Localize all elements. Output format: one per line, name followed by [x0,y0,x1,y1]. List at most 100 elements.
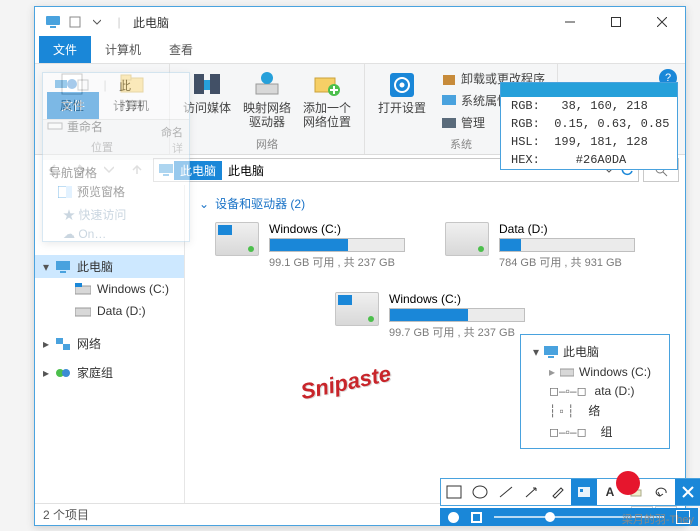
map-drive-button[interactable]: 映射网络驱动器 [238,68,296,132]
drive-name: Data (D:) [499,222,635,236]
tool-pen-icon[interactable] [545,479,571,505]
tool-rect-icon[interactable] [441,479,467,505]
drive-freetext: 784 GB 可用 , 共 931 GB [499,254,635,270]
qat-item[interactable] [65,12,85,32]
this-pc-icon [55,259,71,275]
handle-icon: ┆ ▫ ┆ [549,404,574,418]
tool-marker-icon[interactable] [571,479,597,505]
titlebar: | 此电脑 [35,7,685,37]
tree-root[interactable]: ▾ 此电脑 [525,341,661,362]
preview-pane-label[interactable]: 预览窗格 [77,183,125,200]
color-picker-tooltip: RGB: 38, 160, 218 RGB: 0.15, 0.63, 0.85 … [500,82,678,170]
homegroup-icon [55,365,71,381]
drive-icon [75,281,91,297]
drive-icon [75,303,91,319]
tree-item-label: 络 [588,402,600,419]
window-title: 此 [115,77,131,94]
tree-item[interactable]: ▸ Windows (C:) [525,362,661,382]
manage-icon [441,115,457,131]
tree-item[interactable]: ◻‒▫‒◻ 组 [525,421,661,442]
color-rgb-float: RGB: 0.15, 0.63, 0.85 [501,115,677,133]
drive-usage-bar [499,238,635,252]
drive-usage-bar [269,238,405,252]
add-netloc-label: 添加一个网络位置 [300,102,354,130]
nav-this-pc[interactable]: ▾ 此电脑 [35,255,184,278]
map-drive-label: 映射网络驱动器 [240,102,294,130]
tree-item[interactable]: ┆ ▫ ┆ 络 [525,400,661,421]
tab-view[interactable]: 查看 [155,36,207,63]
drive-icon [335,292,379,326]
qat-dropdown-icon[interactable] [87,12,107,32]
tool-undo-icon[interactable] [649,479,675,505]
drive-item[interactable]: Data (D:) 784 GB 可用 , 共 931 GB [445,222,635,270]
chevron-down-icon: ▾ [43,260,49,274]
section-devices-header[interactable]: ⌄ 设备和驱动器 (2) [195,193,675,218]
explorer-window-ghost: | 此 文件 计算机 命名 详 导航窗格 预览窗格 ★ 快速访问 ☁ On… [42,72,190,242]
chevron-down-icon: ⌄ [199,197,209,211]
group-network-label: 网络 [178,134,356,152]
color-hsl: HSL: 199, 181, 128 [501,133,677,151]
tool-arrow-icon[interactable] [519,479,545,505]
add-network-location-button[interactable]: 添加一个网络位置 [298,68,356,132]
nav-windows-c[interactable]: Windows (C:) [35,278,184,300]
qat-divider: | [109,12,129,32]
quick-access-label: 快速访问 [78,208,126,222]
close-button[interactable] [639,7,685,37]
onedrive-label: On… [78,227,106,241]
this-pc-icon [43,12,63,32]
minimize-button[interactable] [547,7,593,37]
drive-freetext: 99.1 GB 可用 , 共 237 GB [269,254,405,270]
shape-square-icon[interactable] [471,512,482,523]
drive-icon [215,222,259,256]
tool-ellipse-icon[interactable] [467,479,493,505]
quick-access-toolbar: | [43,12,129,32]
nav-pane-label: 导航窗格 [49,164,183,181]
shape-circle-icon[interactable] [448,512,459,523]
access-media-label: 访问媒体 [183,102,231,116]
nav-homegroup[interactable]: ▸ 家庭组 [35,361,184,384]
nav-network[interactable]: ▸ 网络 [35,332,184,355]
snipaste-toolbar: A [440,478,700,506]
tab-computer[interactable]: 计算机 [91,36,155,63]
chevron-right-icon: ▸ [43,366,49,380]
tool-line-icon[interactable] [493,479,519,505]
drive-icon [445,222,489,256]
handle-icon: ◻‒▫‒◻ [549,425,587,439]
nav-this-pc-label: 此电脑 [77,258,113,275]
chevron-right-icon: ▸ [549,365,555,379]
nav-network-label: 网络 [77,335,101,352]
tree-item[interactable]: ◻‒▫‒◻ ata (D:) [525,382,661,400]
author-watermark: 梁月的羽-They [622,511,694,527]
drive-icon [559,364,575,380]
maximize-button[interactable] [593,7,639,37]
drive-item[interactable]: Windows (C:) 99.7 GB 可用 , 共 237 GB [335,292,525,340]
color-hex: HEX: #26A0DA [501,151,677,169]
tab-computer[interactable]: 计算机 [99,92,163,119]
nav-data-d-label: Data (D:) [97,304,146,318]
drive-name: Windows (C:) [269,222,405,236]
chevron-down-icon: ▾ [533,345,539,359]
nav-homegroup-label: 家庭组 [77,364,113,381]
ribbon-tabs: 文件 计算机 查看 [35,37,685,63]
nav-data-d[interactable]: Data (D:) [35,300,184,322]
drive-item[interactable]: Windows (C:) 99.1 GB 可用 , 共 237 GB [215,222,405,270]
color-rgb-int: RGB: 38, 160, 218 [501,97,677,115]
tab-file[interactable]: 文件 [47,92,99,119]
rename-label: 命名 [161,127,183,139]
this-pc-icon [543,344,559,360]
open-settings-label: 打开设置 [378,102,426,116]
tab-file[interactable]: 文件 [39,36,91,63]
drive-freetext: 99.7 GB 可用 , 共 237 GB [389,324,525,340]
manage-label: 管理 [461,114,485,131]
window-controls [547,7,685,37]
address-path: 此电脑 [228,162,264,179]
preview-pane-icon [57,184,73,200]
open-settings-button[interactable]: 打开设置 [373,68,431,133]
chevron-right-icon: ▸ [43,337,49,351]
status-count: 2 个项目 [43,506,89,523]
nav-windows-c-label: Windows (C:) [97,282,169,296]
snip-close-icon[interactable] [675,479,700,505]
monitor-icon [441,93,457,109]
weibo-icon [616,471,640,495]
tree-item-label: 组 [601,423,613,440]
